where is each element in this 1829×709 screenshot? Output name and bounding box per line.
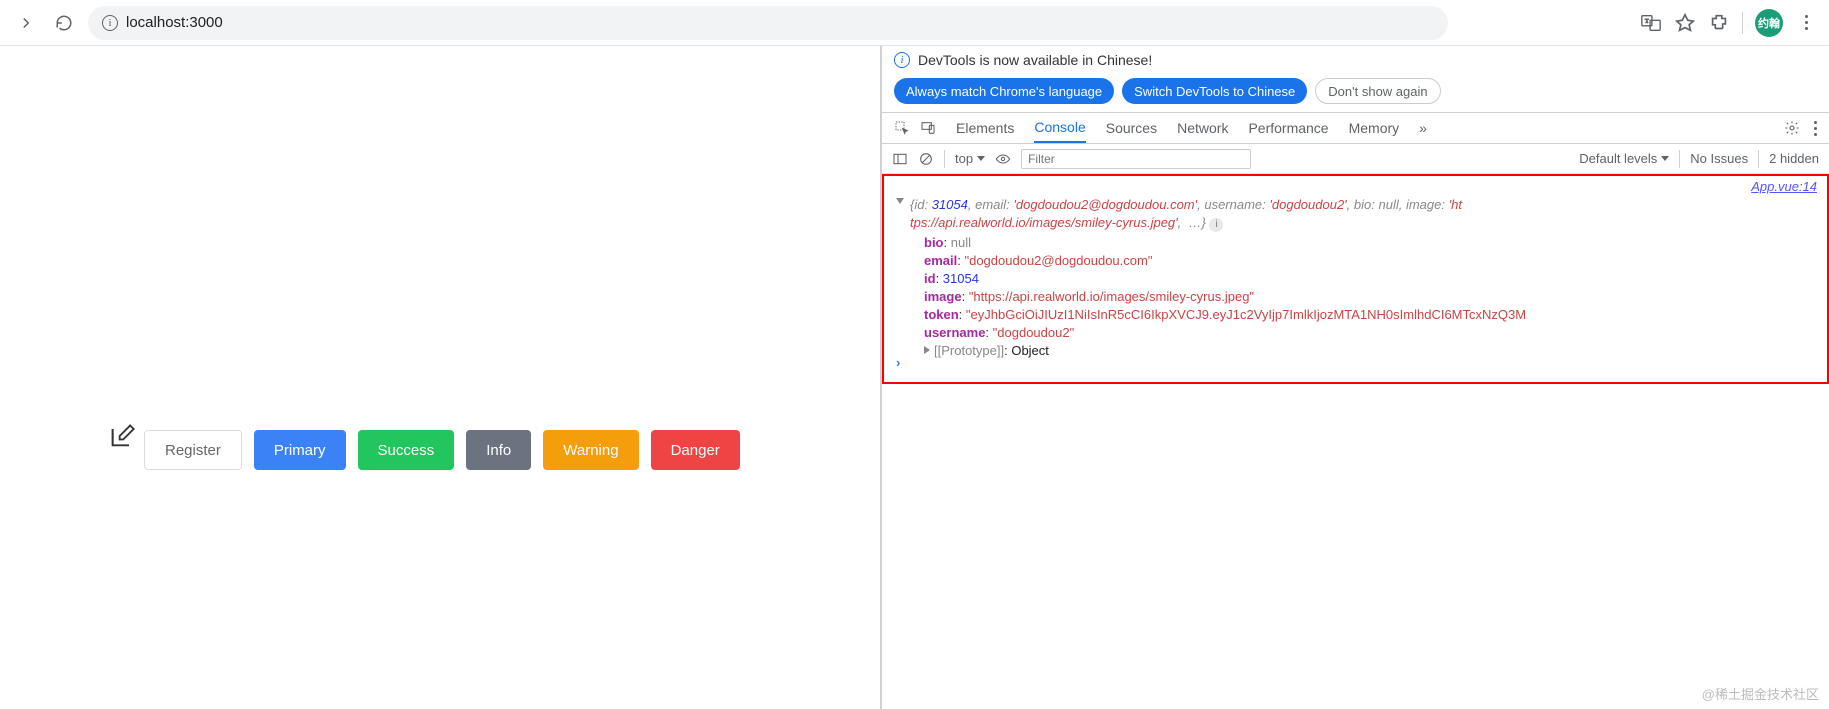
devtools-locale-notice: i DevTools is now available in Chinese! — [882, 46, 1829, 74]
chevron-down-icon — [977, 156, 985, 161]
address-bar[interactable]: i localhost:3000 — [88, 6, 1448, 40]
url-text: localhost:3000 — [126, 14, 223, 31]
chrome-toolbar: i localhost:3000 约翰 — [0, 0, 1829, 46]
page-content: Register Primary Success Info Warning Da… — [0, 46, 880, 709]
extensions-icon[interactable] — [1708, 12, 1730, 34]
separator — [1742, 12, 1743, 34]
register-button[interactable]: Register — [144, 430, 242, 470]
console-filterbar: top Default levels No Issues 2 hidden — [882, 144, 1829, 174]
split-view: Register Primary Success Info Warning Da… — [0, 46, 1829, 709]
notice-text: DevTools is now available in Chinese! — [918, 52, 1152, 68]
context-label: top — [955, 151, 973, 166]
button-row: Register Primary Success Info Warning Da… — [144, 430, 740, 470]
devtools-menu-icon[interactable] — [1814, 121, 1817, 136]
chevron-down-icon — [1661, 156, 1669, 161]
sidebar-toggle-icon[interactable] — [892, 151, 908, 167]
reload-button[interactable] — [50, 9, 78, 37]
tab-network[interactable]: Network — [1177, 113, 1228, 143]
info-button[interactable]: Info — [466, 430, 531, 470]
console-body: App.vue:14 {id: 31054, email: 'dogdoudou… — [882, 174, 1829, 709]
profile-avatar[interactable]: 约翰 — [1755, 9, 1783, 37]
primary-button[interactable]: Primary — [254, 430, 346, 470]
logged-object[interactable]: {id: 31054, email: 'dogdoudou2@dogdoudou… — [910, 196, 1819, 360]
levels-label: Default levels — [1579, 151, 1657, 166]
edit-icon[interactable] — [108, 422, 136, 450]
chrome-menu-icon[interactable] — [1795, 12, 1817, 34]
watermark: @稀土掘金技术社区 — [1702, 684, 1819, 703]
devtools: i DevTools is now available in Chinese! … — [880, 46, 1829, 709]
success-button[interactable]: Success — [358, 430, 455, 470]
pill-dismiss[interactable]: Don't show again — [1315, 78, 1440, 104]
issues-label[interactable]: No Issues — [1690, 151, 1748, 166]
pill-match-language[interactable]: Always match Chrome's language — [894, 78, 1114, 104]
log-levels-selector[interactable]: Default levels — [1579, 151, 1669, 166]
toolbar-right: 约翰 — [1640, 9, 1817, 37]
pill-switch-chinese[interactable]: Switch DevTools to Chinese — [1122, 78, 1307, 104]
locale-pills: Always match Chrome's language Switch De… — [882, 74, 1829, 112]
info-pill-icon[interactable]: i — [1209, 218, 1223, 232]
site-info-icon[interactable]: i — [102, 15, 118, 31]
gear-icon[interactable] — [1784, 120, 1800, 136]
translate-icon[interactable] — [1640, 12, 1662, 34]
object-summary[interactable]: {id: 31054, email: 'dogdoudou2@dogdoudou… — [910, 196, 1819, 232]
inspect-icon[interactable] — [894, 120, 910, 136]
expand-arrow-icon[interactable] — [924, 346, 930, 354]
danger-button[interactable]: Danger — [651, 430, 740, 470]
clear-console-icon[interactable] — [918, 151, 934, 167]
object-expanded: bio: null email: "dogdoudou2@dogdoudou.c… — [924, 234, 1819, 360]
bookmark-star-icon[interactable] — [1674, 12, 1696, 34]
forward-button[interactable] — [12, 9, 40, 37]
tab-sources[interactable]: Sources — [1106, 113, 1157, 143]
tab-more[interactable]: » — [1419, 113, 1427, 143]
devtools-tabbar: Elements Console Sources Network Perform… — [882, 112, 1829, 144]
live-expression-icon[interactable] — [995, 151, 1011, 167]
tab-performance[interactable]: Performance — [1248, 113, 1328, 143]
context-selector[interactable]: top — [955, 151, 985, 166]
tab-elements[interactable]: Elements — [956, 113, 1014, 143]
filter-input[interactable] — [1021, 149, 1251, 169]
hidden-label[interactable]: 2 hidden — [1769, 151, 1819, 166]
device-icon[interactable] — [920, 120, 936, 136]
info-icon: i — [894, 52, 910, 68]
console-prompt[interactable]: › — [896, 354, 900, 372]
source-link[interactable]: App.vue:14 — [1751, 178, 1817, 196]
collapse-arrow-icon[interactable] — [896, 198, 904, 204]
warning-button[interactable]: Warning — [543, 430, 638, 470]
tab-console[interactable]: Console — [1034, 113, 1085, 143]
tab-memory[interactable]: Memory — [1349, 113, 1400, 143]
